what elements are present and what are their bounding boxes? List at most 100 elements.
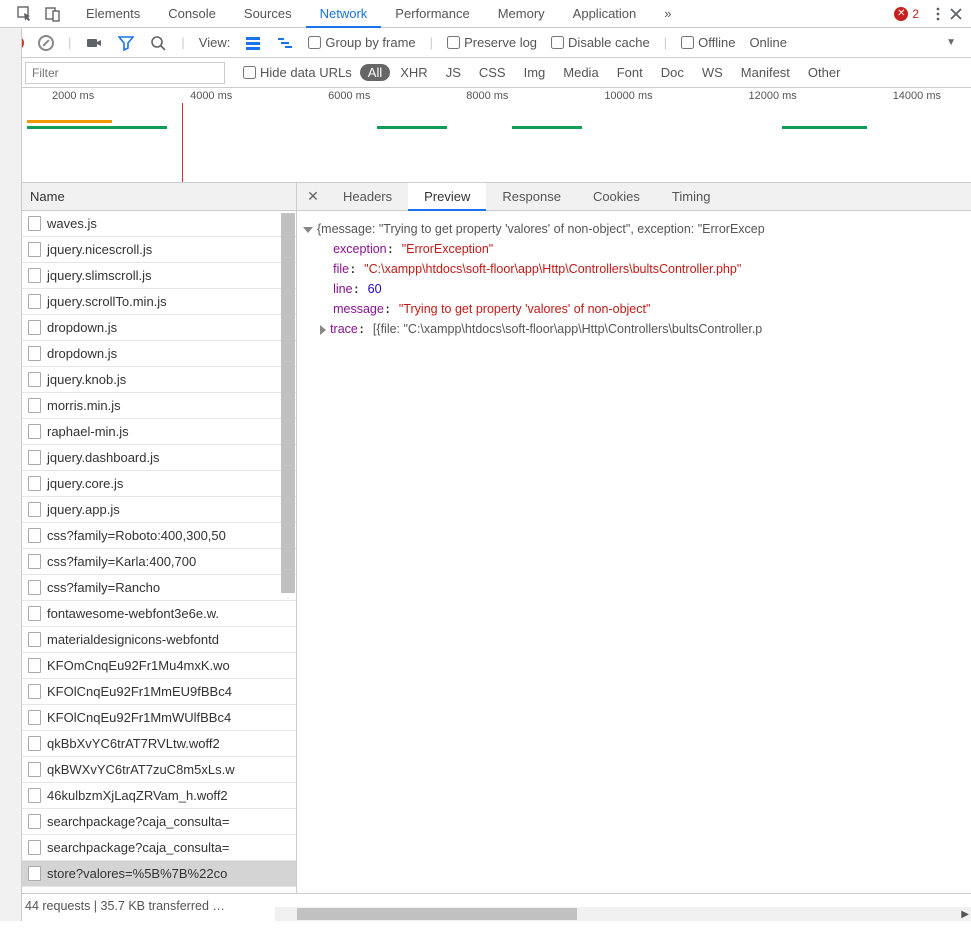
tick-label: 14000 ms [893, 90, 941, 102]
request-row[interactable]: dropdown.js [22, 315, 296, 341]
tab-performance[interactable]: Performance [381, 0, 483, 28]
request-row[interactable]: morris.min.js [22, 393, 296, 419]
request-row[interactable]: materialdesignicons-webfontd [22, 627, 296, 653]
request-name: dropdown.js [47, 320, 117, 335]
request-row[interactable]: KFOlCnqEu92Fr1MmEU9fBBc4 [22, 679, 296, 705]
file-icon [28, 268, 41, 283]
request-row[interactable]: KFOlCnqEu92Fr1MmWUlfBBc4 [22, 705, 296, 731]
preserve-log-checkbox[interactable]: Preserve log [447, 35, 537, 50]
request-row[interactable]: dropdown.js [22, 341, 296, 367]
request-name: dropdown.js [47, 346, 117, 361]
request-name: KFOlCnqEu92Fr1MmWUlfBBc4 [47, 710, 231, 725]
filter-pill-ws[interactable]: WS [694, 64, 731, 81]
request-name: searchpackage?caja_consulta= [47, 814, 230, 829]
request-row[interactable]: jquery.scrollTo.min.js [22, 289, 296, 315]
request-list-panel: Name waves.jsjquery.nicescroll.jsjquery.… [22, 183, 297, 893]
tab-console[interactable]: Console [154, 0, 230, 28]
request-name: css?family=Rancho [47, 580, 160, 595]
tab-memory[interactable]: Memory [484, 0, 559, 28]
request-row[interactable]: jquery.dashboard.js [22, 445, 296, 471]
hide-data-urls-checkbox[interactable]: Hide data URLs [243, 65, 352, 80]
request-row[interactable]: css?family=Rancho [22, 575, 296, 601]
file-icon [28, 736, 41, 751]
detail-tab-preview[interactable]: Preview [408, 183, 486, 211]
request-row[interactable]: searchpackage?caja_consulta= [22, 809, 296, 835]
request-row[interactable]: store?valores=%5B%7B%22co [22, 861, 296, 887]
request-row[interactable]: jquery.nicescroll.js [22, 237, 296, 263]
name-column-header[interactable]: Name [22, 183, 296, 211]
throttle-dropdown-icon[interactable]: ▼ [946, 37, 961, 48]
horizontal-scrollbar[interactable]: ▶ [275, 907, 971, 921]
detail-tab-cookies[interactable]: Cookies [577, 183, 656, 211]
kebab-menu-icon[interactable] [929, 5, 947, 23]
waterfall-icon[interactable] [276, 34, 294, 52]
file-icon [28, 450, 41, 465]
tab-elements[interactable]: Elements [72, 0, 154, 28]
close-devtools-icon[interactable] [947, 5, 965, 23]
filter-pill-xhr[interactable]: XHR [392, 64, 435, 81]
file-icon [28, 606, 41, 621]
preview-pane[interactable]: {message: "Trying to get property 'valor… [297, 211, 971, 893]
request-row[interactable]: qkBWXvYC6trAT7zuC8m5xLs.w [22, 757, 296, 783]
request-name: searchpackage?caja_consulta= [47, 840, 230, 855]
request-row[interactable]: css?family=Karla:400,700 [22, 549, 296, 575]
clear-button[interactable] [38, 35, 54, 51]
main-tabs-bar: ElementsConsoleSourcesNetworkPerformance… [0, 0, 971, 28]
filter-pill-doc[interactable]: Doc [653, 64, 692, 81]
filter-pill-all[interactable]: All [360, 64, 390, 81]
request-row[interactable]: jquery.knob.js [22, 367, 296, 393]
disable-cache-checkbox[interactable]: Disable cache [551, 35, 650, 50]
filter-pill-css[interactable]: CSS [471, 64, 514, 81]
camera-icon[interactable] [85, 34, 103, 52]
request-row[interactable]: waves.js [22, 211, 296, 237]
tick-label: 2000 ms [52, 90, 94, 102]
inspect-icon[interactable] [16, 5, 34, 23]
request-row[interactable]: jquery.slimscroll.js [22, 263, 296, 289]
close-detail-icon[interactable]: ✕ [303, 188, 323, 205]
filter-pill-media[interactable]: Media [555, 64, 606, 81]
filter-pill-js[interactable]: JS [438, 64, 469, 81]
filter-icon[interactable] [117, 34, 135, 52]
request-row[interactable]: KFOmCnqEu92Fr1Mu4mxK.wo [22, 653, 296, 679]
search-icon[interactable] [149, 34, 167, 52]
request-row[interactable]: searchpackage?caja_consulta= [22, 835, 296, 861]
detail-tab-response[interactable]: Response [486, 183, 577, 211]
request-name: fontawesome-webfont3e6e.w. [47, 606, 219, 621]
filter-pill-manifest[interactable]: Manifest [733, 64, 798, 81]
request-row[interactable]: 46kulbzmXjLaqZRVam_h.woff2 [22, 783, 296, 809]
filter-pill-other[interactable]: Other [800, 64, 849, 81]
more-tabs-icon[interactable]: » [650, 0, 685, 28]
filter-bar: Hide data URLs AllXHRJSCSSImgMediaFontDo… [0, 58, 971, 88]
throttle-select[interactable]: Online [749, 35, 787, 50]
request-row[interactable]: css?family=Roboto:400,300,50 [22, 523, 296, 549]
device-toggle-icon[interactable] [44, 5, 62, 23]
request-row[interactable]: fontawesome-webfont3e6e.w. [22, 601, 296, 627]
large-rows-icon[interactable] [244, 34, 262, 52]
file-icon [28, 554, 41, 569]
filter-pill-img[interactable]: Img [516, 64, 554, 81]
file-icon [28, 502, 41, 517]
file-icon [28, 840, 41, 855]
detail-tab-headers[interactable]: Headers [327, 183, 408, 211]
offline-checkbox[interactable]: Offline [681, 35, 735, 50]
request-row[interactable]: jquery.app.js [22, 497, 296, 523]
main-splitter: Name waves.jsjquery.nicescroll.jsjquery.… [0, 183, 971, 893]
tick-label: 10000 ms [604, 90, 652, 102]
tab-application[interactable]: Application [559, 0, 651, 28]
file-icon [28, 658, 41, 673]
request-row[interactable]: jquery.core.js [22, 471, 296, 497]
request-name: KFOmCnqEu92Fr1Mu4mxK.wo [47, 658, 230, 673]
tab-sources[interactable]: Sources [230, 0, 306, 28]
vertical-scrollbar[interactable] [281, 213, 295, 593]
request-row[interactable]: qkBbXvYC6trAT7RVLtw.woff2 [22, 731, 296, 757]
filter-pill-font[interactable]: Font [609, 64, 651, 81]
detail-tab-timing[interactable]: Timing [656, 183, 727, 211]
group-by-frame-checkbox[interactable]: Group by frame [308, 35, 415, 50]
file-icon [28, 580, 41, 595]
error-indicator[interactable]: ✕2 [884, 7, 929, 21]
filter-input[interactable] [25, 62, 225, 84]
request-name: css?family=Roboto:400,300,50 [47, 528, 226, 543]
tab-network[interactable]: Network [306, 0, 382, 28]
request-row[interactable]: raphael-min.js [22, 419, 296, 445]
overview-timeline[interactable]: 2000 ms4000 ms6000 ms8000 ms10000 ms1200… [22, 88, 971, 183]
